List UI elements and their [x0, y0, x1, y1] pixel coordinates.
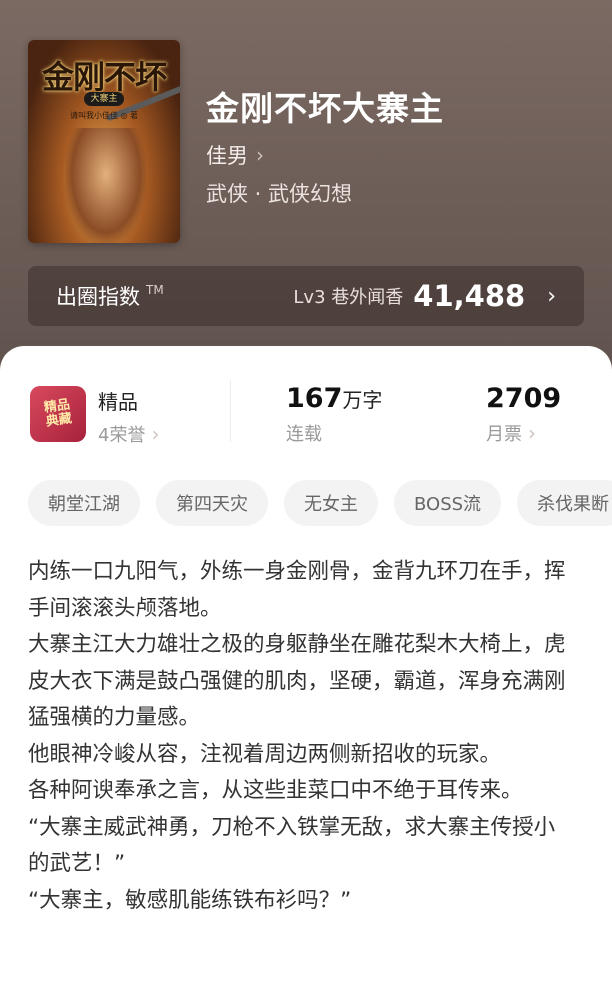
tag-chip[interactable]: BOSS流 — [394, 480, 502, 526]
chevron-right-icon: › — [256, 143, 264, 167]
description-paragraph: 各种阿谀奉承之言，从这些韭菜口中不绝于耳传来。 — [28, 778, 523, 803]
description-paragraph: “大寨主威武神勇，刀枪不入铁掌无敌，求大寨主传授小的武艺！” — [28, 814, 556, 877]
cover-author-line: 请叫我小佳佳 ◎ 著 — [69, 111, 139, 120]
tag-chip[interactable]: 无女主 — [284, 480, 378, 526]
stat-divider — [230, 380, 231, 442]
honors-stat[interactable]: 精品 4荣誉 › — [98, 386, 159, 447]
serial-status: 连载 — [286, 424, 322, 445]
book-category: 武侠 · 武侠幻想 — [206, 182, 353, 206]
quality-badge-icon: 精品 典藏 — [30, 386, 86, 442]
tag-chip[interactable]: 杀伐果断 — [517, 480, 612, 526]
word-count-unit: 万字 — [342, 388, 383, 412]
honors-count: 4荣誉 — [98, 425, 146, 446]
book-cover[interactable]: 金刚不坏 大寨主 请叫我小佳佳 ◎ 著 — [28, 40, 180, 243]
description-paragraph: “大寨主，敏感肌能练铁布衫吗？” — [28, 887, 352, 913]
author-link[interactable]: 佳男 › — [206, 140, 264, 170]
description-paragraph: 大寨主江大力雄壮之极的身躯静坐在雕花梨木大椅上，虎皮大衣下满是鼓凸强健的肌肉，坚… — [28, 632, 566, 730]
word-count-value: 167 — [286, 383, 343, 414]
quality-label: 精品 — [98, 390, 138, 414]
word-count-stat: 167万字 连载 — [286, 383, 382, 446]
cover-figure-art — [66, 128, 146, 243]
popularity-value: 41,488 — [413, 279, 526, 313]
tag-chip[interactable]: 朝堂江湖 — [28, 480, 140, 526]
book-description[interactable]: 内练一口九阳气，外练一身金刚骨，金背九环刀在手，挥手间滚滚头颅落地。 大寨主江大… — [28, 554, 576, 919]
description-paragraph: 他眼神冷峻从容，注视着周边两侧新招收的玩家。 — [28, 741, 502, 767]
popularity-index-title: 出圈指数 — [56, 285, 140, 309]
tag-chip[interactable]: 第四天灾 — [156, 480, 268, 526]
book-title: 金刚不坏大寨主 — [206, 89, 444, 128]
monthly-votes-value: 2709 — [486, 383, 562, 414]
chevron-right-icon: › — [547, 283, 556, 309]
tag-list: 朝堂江湖 第四天灾 无女主 BOSS流 杀伐果断 — [28, 480, 612, 526]
popularity-index-bar[interactable]: 出圈指数 TM Lv3 巷外闻香 41,488 › — [28, 266, 584, 326]
monthly-votes-stat[interactable]: 2709 月票 › — [486, 383, 561, 446]
chevron-right-icon: › — [528, 421, 536, 445]
author-name: 佳男 — [206, 144, 248, 168]
trademark-mark: TM — [146, 283, 164, 297]
monthly-votes-label: 月票 — [486, 424, 522, 445]
description-paragraph: 内练一口九阳气，外练一身金刚骨，金背九环刀在手，挥手间滚滚头颅落地。 — [28, 559, 566, 621]
popularity-level: Lv3 巷外闻香 — [293, 287, 404, 308]
cover-badge: 大寨主 — [84, 92, 124, 106]
chevron-right-icon: › — [151, 422, 160, 446]
